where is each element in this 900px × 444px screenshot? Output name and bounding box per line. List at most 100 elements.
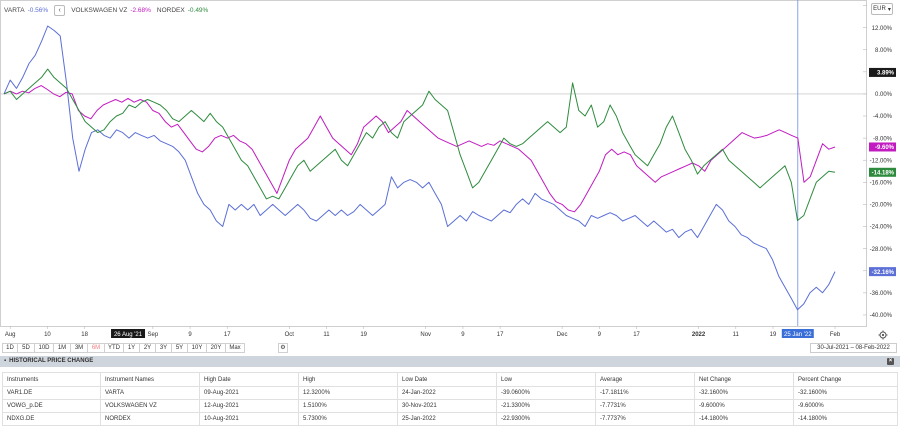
table-cell: -7.7731% <box>595 399 695 413</box>
range-button-1y[interactable]: 1Y <box>123 343 140 353</box>
x-tick-label: Dec <box>557 332 568 338</box>
table-cell: -7.7737% <box>595 412 695 426</box>
column-header[interactable]: Low <box>496 372 596 387</box>
y-tick-label: -4.00% <box>873 114 893 120</box>
collapse-icon[interactable]: ▪ <box>4 356 6 367</box>
series-line-varta <box>3 25 836 311</box>
range-button-6m[interactable]: 6M <box>87 343 105 353</box>
table-cell: 12-Aug-2021 <box>199 399 299 413</box>
range-button-3m[interactable]: 3M <box>70 343 88 353</box>
y-tick-label: -20.00% <box>870 203 893 209</box>
table-cell: 5.7300% <box>298 412 398 426</box>
price-chart[interactable]: 16.00%12.00%8.00%4.00%0.00%-4.00%-8.00%-… <box>0 0 900 342</box>
y-tick-label: -16.00% <box>870 181 893 187</box>
date-range-field[interactable]: 30-Jul-2021 – 08-Feb-2022 <box>810 343 897 353</box>
column-header[interactable]: Percent Change <box>793 372 898 387</box>
legend-change-nordex: -0.49% <box>187 7 209 14</box>
table-cell: -22.9300% <box>496 412 596 426</box>
value-badge-label: -14.18% <box>872 170 895 176</box>
y-tick-label: -36.00% <box>870 291 893 297</box>
historical-title: HISTORICAL PRICE CHANGE <box>9 358 94 364</box>
table-cell: -39.0600% <box>496 386 596 400</box>
legend-item-varta[interactable]: VARTA -0.56% <box>4 7 48 14</box>
range-settings-icon[interactable]: ⚙ <box>278 343 288 353</box>
table-cell: 1.5100% <box>298 399 398 413</box>
chart-app: 16.00%12.00%8.00%4.00%0.00%-4.00%-8.00%-… <box>0 0 900 444</box>
series-line-nordex <box>3 68 836 221</box>
historical-header: ▪ HISTORICAL PRICE CHANGE × <box>0 356 900 367</box>
table-row[interactable]: VAR1.DE VARTA 09-Aug-2021 12.3200% 24-Ja… <box>2 386 898 400</box>
y-tick-label: -24.00% <box>870 225 893 231</box>
currency-select[interactable]: EUR ▾ <box>871 3 893 15</box>
table-cell: 10-Aug-2021 <box>199 412 299 426</box>
x-tick-label: Feb <box>830 332 841 338</box>
value-badge-label: 3.89% <box>877 71 895 77</box>
table-cell: -21.3300% <box>496 399 596 413</box>
range-button-5y[interactable]: 5Y <box>171 343 188 353</box>
currency-label: EUR <box>873 6 886 12</box>
range-button-1d[interactable]: 1D <box>2 343 18 353</box>
y-tick-label: 8.00% <box>875 48 893 54</box>
column-header[interactable]: Net Change <box>694 372 794 387</box>
x-tick-label: 11 <box>323 332 330 338</box>
table-cell: 30-Nov-2021 <box>397 399 497 413</box>
table-cell: -14.1800% <box>694 412 794 426</box>
table-cell: -9.6000% <box>694 399 794 413</box>
x-tick-label: 11 <box>733 332 740 338</box>
y-tick-label: 0.00% <box>875 92 893 98</box>
table-cell: VOLKSWAGEN VZ <box>100 399 200 413</box>
historical-table: Instruments Instrument Names High Date H… <box>2 372 898 426</box>
chart-legend: VARTA -0.56% ‹ VOLKSWAGEN VZ -2.68% NORD… <box>4 5 208 16</box>
table-cell: NDXG.DE <box>2 412 101 426</box>
range-button-2y[interactable]: 2Y <box>139 343 156 353</box>
range-button-ytd[interactable]: YTD <box>104 343 124 353</box>
column-header[interactable]: Average <box>595 372 695 387</box>
range-bar: 1D 5D 10D 1M 3M 6M YTD 1Y 2Y 3Y 5Y 10Y 20Y Max ⚙ 30-J… <box>0 342 900 354</box>
table-cell: -14.1800% <box>793 412 898 426</box>
legend-change-varta: -0.56% <box>27 7 49 14</box>
table-cell: -9.6000% <box>793 399 898 413</box>
y-tick-label: 12.00% <box>872 26 893 32</box>
table-cell: 12.3200% <box>298 386 398 400</box>
legend-item-volkswagen[interactable]: VOLKSWAGEN VZ -2.68% <box>71 7 151 14</box>
table-cell: -17.1811% <box>595 386 695 400</box>
column-header[interactable]: Low Date <box>397 372 497 387</box>
column-header[interactable]: High <box>298 372 398 387</box>
table-row[interactable]: VOWG_p.DE VOLKSWAGEN VZ 12-Aug-2021 1.51… <box>2 399 898 413</box>
y-tick-label: -28.00% <box>870 247 893 253</box>
legend-item-nordex[interactable]: NORDEX -0.49% <box>157 7 208 14</box>
legend-back-button[interactable]: ‹ <box>54 5 66 16</box>
range-button-1m[interactable]: 1M <box>53 343 71 353</box>
crosshair-date-label: 26 Aug '21 <box>114 332 143 338</box>
table-cell: 25-Jan-2022 <box>397 412 497 426</box>
column-header[interactable]: High Date <box>199 372 299 387</box>
range-button-3y[interactable]: 3Y <box>155 343 172 353</box>
range-button-10y[interactable]: 10Y <box>187 343 207 353</box>
legend-label-volkswagen: VOLKSWAGEN VZ <box>71 7 128 14</box>
y-tick-label: -8.00% <box>873 136 893 142</box>
value-badge-label: -9.60% <box>875 145 895 151</box>
column-header[interactable]: Instrument Names <box>100 372 200 387</box>
range-button-max[interactable]: Max <box>225 343 245 353</box>
x-tick-label: 17 <box>497 332 504 338</box>
range-button-20y[interactable]: 20Y <box>206 343 226 353</box>
table-row[interactable]: NDXG.DE NORDEX 10-Aug-2021 5.7300% 25-Ja… <box>2 412 898 426</box>
x-tick-label: 19 <box>360 332 367 338</box>
x-tick-label: 18 <box>81 332 88 338</box>
legend-change-volkswagen: -2.68% <box>130 7 151 14</box>
range-button-10d[interactable]: 10D <box>34 343 54 353</box>
table-cell: VOWG_p.DE <box>2 399 101 413</box>
gear-icon[interactable] <box>877 330 889 342</box>
table-cell: NORDEX <box>100 412 200 426</box>
table-cell: -32.1600% <box>694 386 794 400</box>
close-icon[interactable]: × <box>887 358 894 365</box>
x-tick-label: Aug <box>5 332 16 338</box>
table-header-row: Instruments Instrument Names High Date H… <box>2 372 898 387</box>
range-button-5d[interactable]: 5D <box>17 343 35 353</box>
x-tick-label: Sep <box>147 332 158 338</box>
column-header[interactable]: Instruments <box>2 372 101 387</box>
chart-area[interactable]: 16.00%12.00%8.00%4.00%0.00%-4.00%-8.00%-… <box>0 0 900 342</box>
marker-date-label: 25 Jan '22 <box>784 332 812 338</box>
y-tick-label: -12.00% <box>870 158 893 164</box>
table-cell: -32.1600% <box>793 386 898 400</box>
